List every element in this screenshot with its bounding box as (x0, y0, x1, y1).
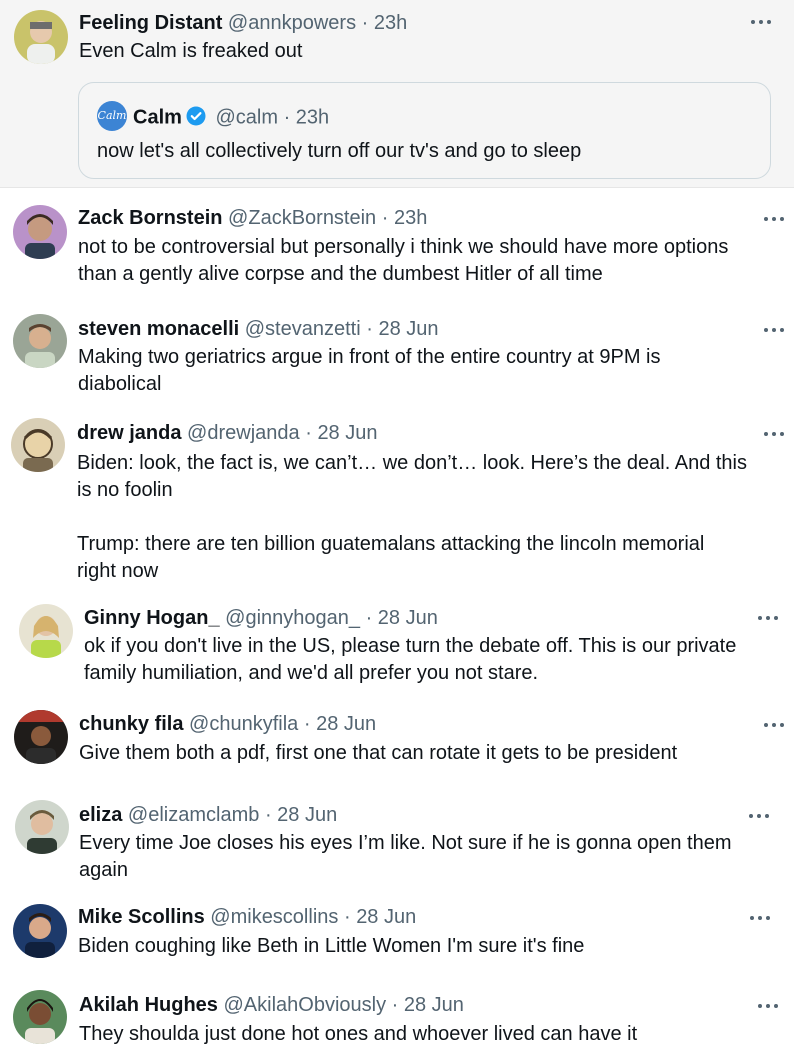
tweet[interactable]: Ginny Hogan_ @ginnyhogan_ · 28 Jun ok if… (0, 592, 794, 698)
timestamp[interactable]: 23h (374, 12, 407, 34)
tweet-text-line (77, 504, 747, 531)
author-handle[interactable]: @stevanzetti (245, 318, 361, 340)
tweet[interactable]: Mike Scollins @mikescollins · 28 Jun Bid… (0, 896, 794, 984)
tweet[interactable]: drew janda @drewjanda · 28 Jun Biden: lo… (0, 402, 794, 592)
author-handle[interactable]: @mikescollins (210, 906, 338, 928)
timestamp[interactable]: 28 Jun (378, 607, 438, 629)
timestamp[interactable]: 28 Jun (317, 422, 377, 444)
tweet-text-line: is no foolin (77, 479, 173, 501)
quoted-tweet[interactable]: Calm Calm @calm · 23h now let's all colle… (78, 82, 771, 179)
timestamp[interactable]: 28 Jun (378, 318, 438, 340)
avatar[interactable] (13, 990, 67, 1044)
timestamp[interactable]: 23h (394, 207, 427, 229)
separator-dot: · (365, 607, 373, 629)
avatar[interactable] (13, 904, 67, 958)
avatar[interactable] (14, 710, 68, 764)
author-name[interactable]: steven monacelli (78, 318, 239, 340)
tweet-text-line: Biden coughing like Beth in Little Women… (78, 935, 585, 957)
author-handle[interactable]: @AkilahObviously (223, 994, 386, 1016)
more-options-icon[interactable] (762, 719, 786, 729)
separator-dot: · (283, 106, 291, 129)
author-handle[interactable]: @drewjanda (187, 422, 300, 444)
author-handle[interactable]: @ginnyhogan_ (225, 607, 360, 629)
more-options-icon[interactable] (747, 810, 771, 820)
quoted-timestamp[interactable]: 23h (296, 106, 329, 128)
avatar[interactable] (19, 604, 73, 658)
avatar[interactable] (14, 10, 68, 64)
tweet[interactable]: Feeling Distant @annkpowers · 23h Even C… (0, 0, 794, 188)
more-options-icon[interactable] (762, 213, 786, 223)
author-handle[interactable]: @annkpowers (228, 12, 356, 34)
author-name[interactable]: Ginny Hogan_ (84, 607, 220, 629)
tweet-text-line: family humiliation, and we'd all prefer … (84, 662, 539, 684)
more-options-icon[interactable] (756, 612, 780, 622)
tweet-text-line: Even Calm is freaked out (79, 40, 303, 62)
more-options-icon[interactable] (748, 912, 772, 922)
author-handle[interactable]: @elizamclamb (128, 804, 259, 826)
tweet-text-line: ok if you don't live in the US, please t… (84, 635, 737, 657)
tweet-text-line: diabolical (78, 373, 162, 395)
separator-dot: · (343, 906, 351, 928)
timestamp[interactable]: 28 Jun (356, 906, 416, 928)
tweet[interactable]: eliza @elizamclamb · 28 Jun Every time J… (0, 790, 794, 896)
separator-dot: · (381, 207, 389, 229)
author-name[interactable]: Zack Bornstein (78, 207, 222, 229)
separator-dot: · (366, 318, 373, 340)
timestamp[interactable]: 28 Jun (404, 994, 464, 1016)
tweet-text-line: Give them both a pdf, first one that can… (79, 742, 678, 764)
author-handle[interactable]: @ZackBornstein (228, 207, 376, 229)
tweet[interactable]: Akilah Hughes @AkilahObviously · 28 Jun … (0, 984, 794, 1064)
tweet-text-line: not to be controversial but personally i… (78, 236, 729, 258)
tweet-text-line: again (79, 859, 128, 881)
tweet-text-line: right now (77, 560, 159, 582)
quoted-author-name[interactable]: Calm (133, 106, 182, 128)
more-options-icon[interactable] (762, 428, 786, 438)
separator-dot: · (303, 713, 311, 735)
avatar[interactable] (13, 314, 67, 368)
quoted-author-handle[interactable]: @calm (215, 106, 278, 128)
tweet-text-line: Making two geriatrics argue in front of … (78, 346, 661, 368)
tweet-text-line: Biden: look, the fact is, we can’t… we d… (77, 452, 747, 474)
separator-dot: · (305, 422, 312, 444)
author-name[interactable]: Mike Scollins (78, 906, 205, 928)
tweet-text-line: Every time Joe closes his eyes I’m like.… (79, 832, 732, 854)
avatar[interactable] (15, 800, 69, 854)
timestamp[interactable]: 28 Jun (316, 713, 376, 735)
tweet[interactable]: chunky fila @chunkyfila · 28 Jun Give th… (0, 698, 794, 790)
separator-dot: · (391, 994, 399, 1016)
tweet-text-line: Trump: there are ten billion guatemalans… (77, 533, 705, 555)
author-name[interactable]: Akilah Hughes (79, 994, 218, 1016)
separator-dot: · (264, 804, 272, 826)
more-options-icon[interactable] (756, 1000, 780, 1010)
tweet[interactable]: Zack Bornstein @ZackBornstein · 23h not … (0, 189, 794, 297)
calm-logo-icon: Calm (97, 101, 127, 131)
verified-badge-icon (186, 106, 206, 126)
tweet-text-line: They shoulda just done hot ones and whoe… (79, 1023, 638, 1045)
more-options-icon[interactable] (749, 16, 773, 26)
author-name[interactable]: drew janda (77, 422, 181, 444)
tweet-text-line: than a gently alive corpse and the dumbe… (78, 263, 603, 285)
avatar[interactable] (11, 418, 65, 472)
author-name[interactable]: eliza (79, 804, 122, 826)
avatar[interactable] (13, 205, 67, 259)
quoted-tweet-text: now let's all collectively turn off our … (97, 140, 582, 162)
author-name[interactable]: chunky fila (79, 713, 183, 735)
author-handle[interactable]: @chunkyfila (189, 713, 298, 735)
more-options-icon[interactable] (762, 324, 786, 334)
author-name[interactable]: Feeling Distant (79, 12, 222, 34)
timestamp[interactable]: 28 Jun (277, 804, 337, 826)
tweet[interactable]: steven monacelli @stevanzetti · 28 Jun M… (0, 298, 794, 402)
separator-dot: · (361, 12, 369, 34)
